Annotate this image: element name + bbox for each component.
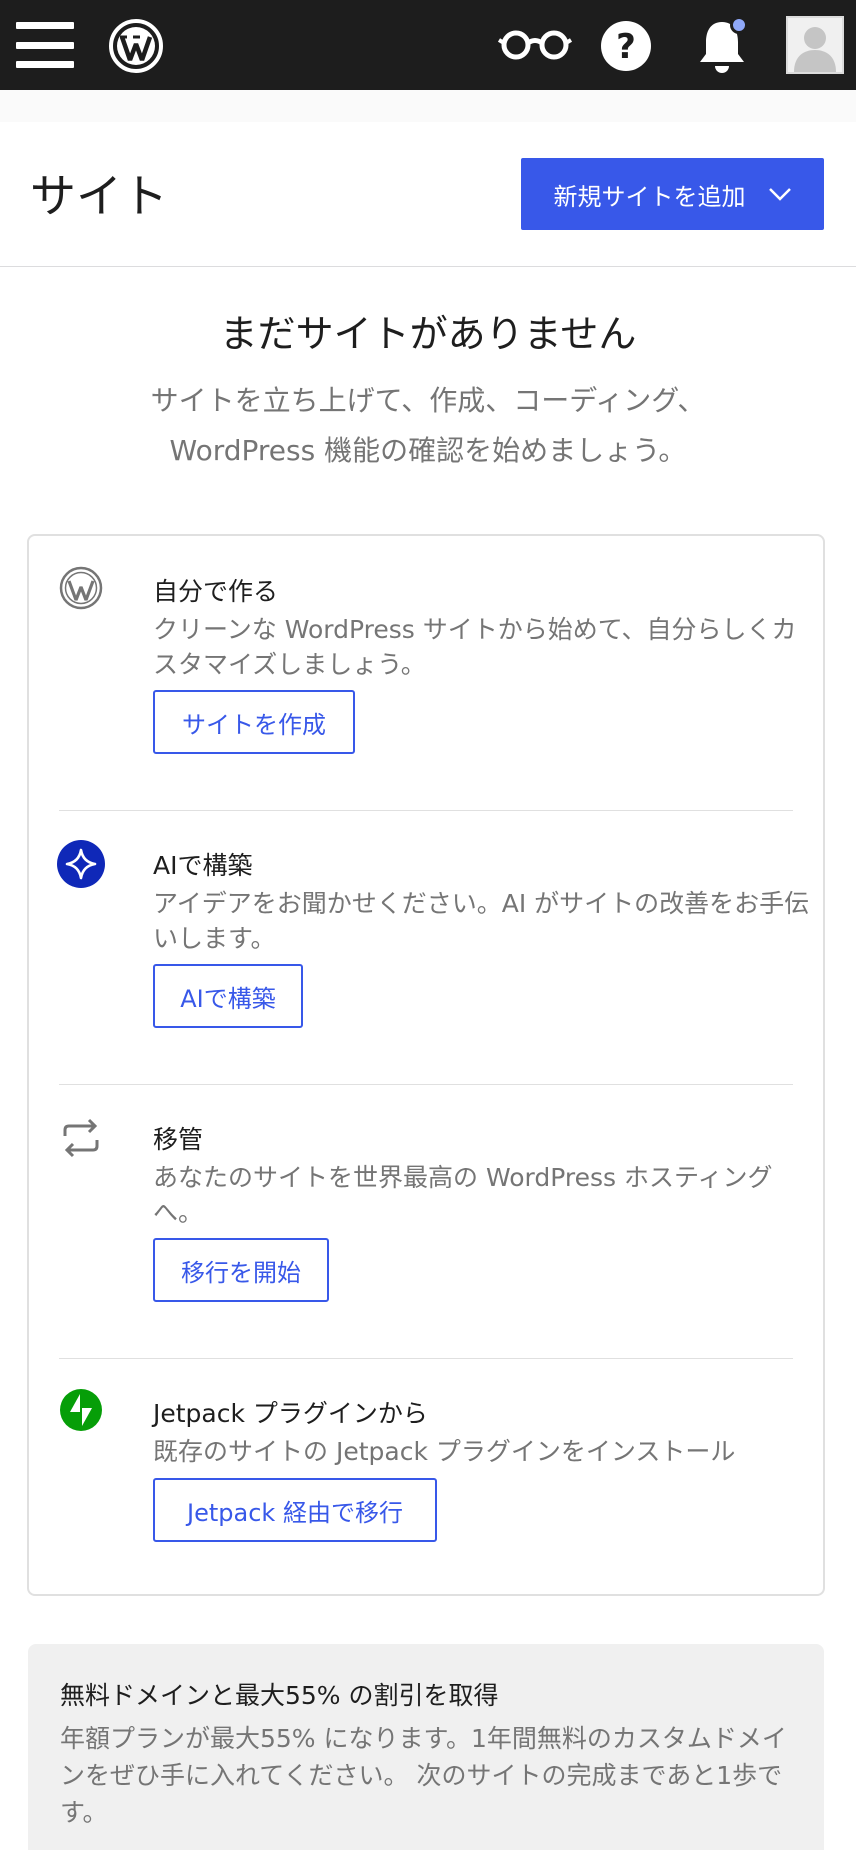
site-creation-options: 自分で作る クリーンな WordPress サイトから始めて、自分らしくカスタマ… [27,534,825,1596]
bell-icon[interactable] [694,16,750,74]
build-with-ai-button[interactable]: AIで構築 [153,964,303,1028]
divider [59,1358,793,1359]
add-new-site-label: 新規サイトを追加 [553,182,746,211]
reader-glasses-icon[interactable] [498,24,572,66]
masterbar: ? [0,0,856,90]
option-title: Jetpack プラグインから [153,1399,428,1428]
start-migration-button[interactable]: 移行を開始 [153,1238,329,1302]
option-description: アイデアをお聞かせください。AI がサイトの改善をお手伝いします。 [153,889,810,953]
option-jetpack: Jetpack プラグインから 既存のサイトの Jetpack プラグインをイン… [59,1389,793,1554]
option-title: 自分で作る [153,577,279,606]
wordpress-icon [59,566,103,610]
promo-title: 無料ドメインと最大55% の割引を取得 [60,1681,499,1710]
migrate-via-jetpack-button[interactable]: Jetpack 経由で移行 [153,1478,437,1542]
option-title: 移管 [153,1125,204,1154]
option-title: AIで構築 [153,851,253,880]
create-site-button[interactable]: サイトを作成 [153,690,355,754]
domain-promo-card[interactable]: 無料ドメインと最大55% の割引を取得 年額プランが最大55% になります。1年… [28,1644,824,1850]
add-new-site-button[interactable]: 新規サイトを追加 [521,158,824,230]
avatar-icon[interactable] [786,16,844,74]
top-strip [0,90,856,122]
svg-text:?: ? [616,27,636,67]
jetpack-icon [59,1388,103,1432]
migrate-arrows-icon [59,1116,103,1160]
page-title: サイト [30,169,168,223]
option-build-yourself: 自分で作る クリーンな WordPress サイトから始めて、自分らしくカスタマ… [59,566,796,754]
empty-state-description: サイトを立ち上げて、作成、コーディング、WordPress 機能の確認を始めまし… [150,384,706,467]
ai-sparkle-icon [57,840,105,888]
promo-description: 年額プランが最大55% になります。1年間無料のカスタムドメインをぜひ手に入れて… [60,1724,787,1827]
option-build-with-ai: AIで構築 アイデアをお聞かせください。AI がサイトの改善をお手伝いします。 … [57,840,809,1028]
divider [59,1084,793,1085]
help-icon[interactable]: ? [600,20,652,72]
hamburger-icon[interactable] [16,20,74,70]
option-description: クリーンな WordPress サイトから始めて、自分らしくカスタマイズしましょ… [153,615,797,679]
sites-header: サイト 新規サイトを追加 [0,122,856,267]
empty-state-title: まだサイトがありません [219,312,637,356]
wordpress-logo-icon[interactable] [108,18,164,74]
option-migrate: 移管 あなたのサイトを世界最高の WordPress ホスティングへ。 移行を開… [59,1118,793,1302]
chevron-down-icon [768,188,791,201]
option-description: あなたのサイトを世界最高の WordPress ホスティングへ。 [153,1163,773,1227]
divider [59,810,793,811]
notification-dot [730,16,748,34]
option-description: 既存のサイトの Jetpack プラグインをインストール [153,1437,736,1466]
